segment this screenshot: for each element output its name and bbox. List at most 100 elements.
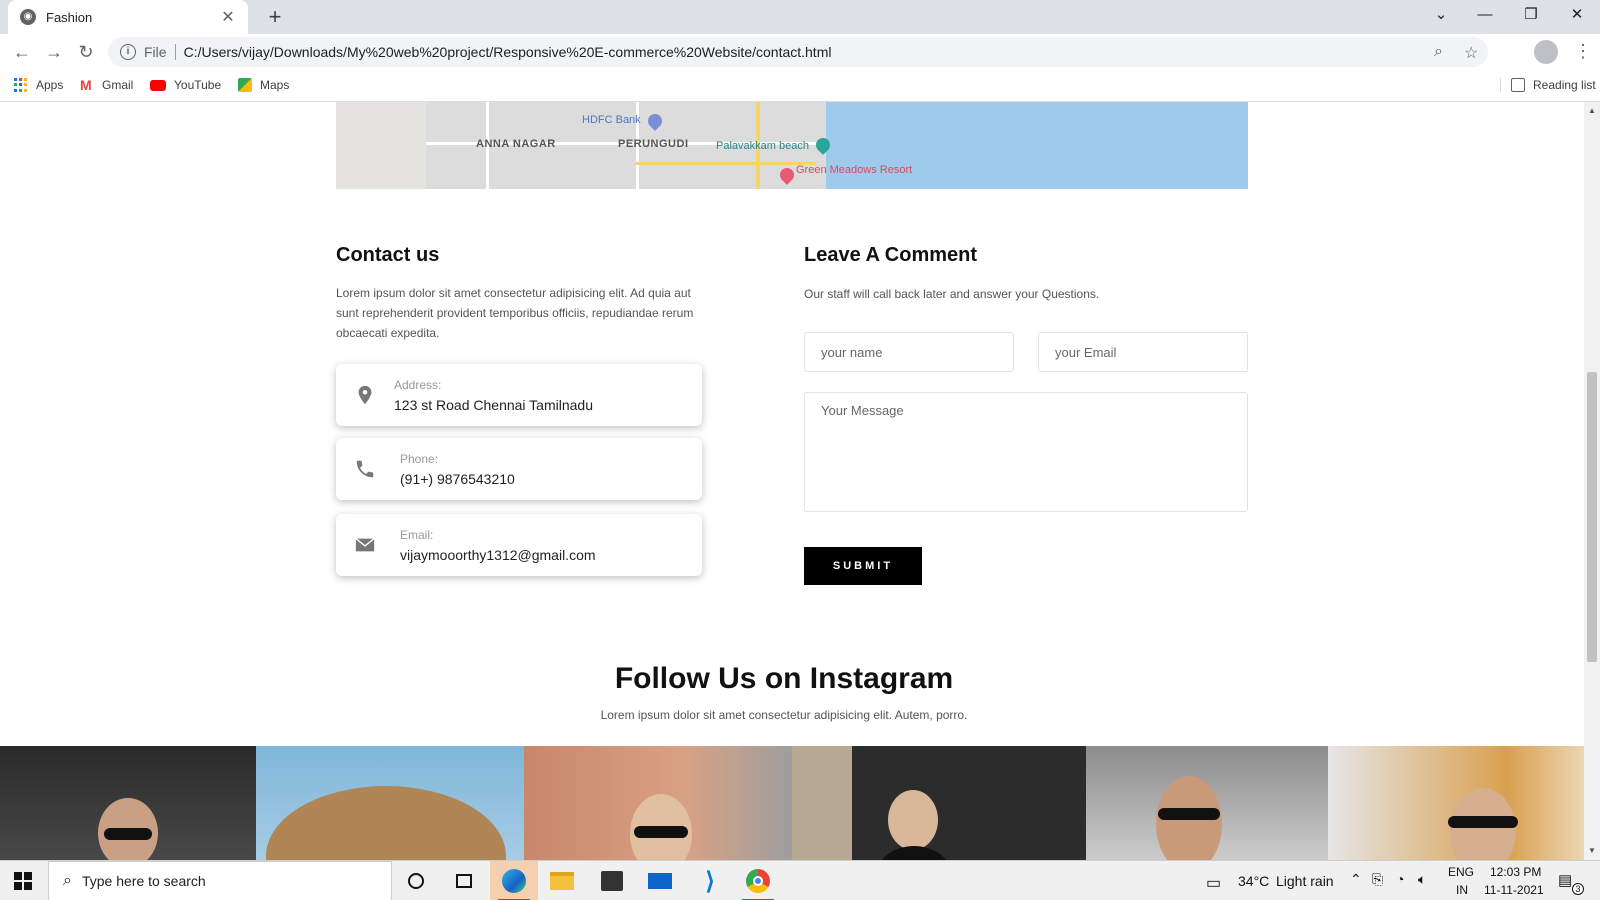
forward-button[interactable]: →	[42, 40, 66, 64]
photo-sunglasses	[104, 828, 152, 840]
close-tab-icon[interactable]: ✕	[220, 7, 236, 27]
language-bottom[interactable]: IN	[1456, 883, 1468, 897]
instagram-photo[interactable]	[524, 746, 792, 860]
page-scrollbar[interactable]: ▲ ▼	[1584, 102, 1600, 860]
info-icon[interactable]: i	[120, 44, 136, 60]
file-explorer-icon[interactable]	[538, 861, 586, 900]
cortana-icon[interactable]	[392, 861, 440, 900]
scrollbar-thumb[interactable]	[1587, 372, 1597, 662]
email-card: Email: vijaymooorthy1312@gmail.com	[336, 514, 702, 576]
bookmark-label: Gmail	[102, 78, 134, 92]
instagram-photo[interactable]	[1086, 746, 1328, 860]
chrome-taskbar-icon[interactable]	[734, 861, 782, 900]
bookmark-gmail[interactable]: M Gmail	[80, 78, 133, 92]
tab-strip: ◉ Fashion ✕ + ⌄ — ❐ ✕	[0, 0, 1600, 34]
menu-kebab-icon[interactable]: ⋮	[1574, 41, 1592, 62]
comment-description: Our staff will call back later and answe…	[804, 287, 1100, 301]
scroll-up-arrow-icon[interactable]: ▲	[1588, 106, 1596, 115]
photo-sunglasses	[1158, 808, 1220, 820]
instagram-subtitle: Lorem ipsum dolor sit amet consectetur a…	[600, 708, 968, 722]
tab-search-icon[interactable]: ⌄	[1418, 0, 1464, 30]
youtube-icon	[150, 79, 166, 91]
contact-title: Contact us	[336, 244, 440, 266]
instagram-photo[interactable]	[792, 746, 1086, 860]
clock-time[interactable]: 12:03 PM	[1490, 865, 1541, 879]
instagram-photo[interactable]	[0, 746, 256, 860]
photo-face	[888, 790, 938, 850]
window-close-button[interactable]: ✕	[1554, 0, 1600, 30]
mail-icon[interactable]	[636, 861, 684, 900]
chevron-up-icon[interactable]: ⌃	[1350, 871, 1362, 888]
envelope-icon	[355, 538, 375, 552]
volume-icon[interactable]: 🔈︎	[1418, 871, 1426, 888]
notification-count-badge: 3	[1572, 883, 1584, 895]
bookmark-label: YouTube	[174, 78, 222, 92]
name-input[interactable]	[804, 332, 1014, 372]
address-card: Address: 123 st Road Chennai Tamilnadu	[336, 364, 702, 426]
email-input[interactable]	[1038, 332, 1248, 372]
photo-sunglasses	[1448, 816, 1518, 828]
address-label: Address:	[394, 378, 442, 392]
windows-start-icon[interactable]	[14, 872, 32, 890]
browser-toolbar: ← → ↻ i File C:/Users/vijay/Downloads/My…	[0, 34, 1600, 70]
minimize-button[interactable]: —	[1462, 0, 1508, 30]
submit-button[interactable]: SUBMIT	[804, 547, 922, 585]
email-label: Email:	[400, 528, 434, 542]
map-label: ANNA NAGAR	[476, 138, 556, 150]
address-bar[interactable]: i File C:/Users/vijay/Downloads/My%20web…	[108, 37, 1488, 67]
notification-icon[interactable]: ▤	[1558, 871, 1572, 889]
back-button[interactable]: ←	[10, 40, 34, 64]
star-icon[interactable]: ☆	[1464, 43, 1478, 63]
phone-card: Phone: (91+) 9876543210	[336, 438, 702, 500]
maps-icon	[238, 78, 252, 92]
scroll-down-arrow-icon[interactable]: ▼	[1588, 846, 1596, 855]
browser-tab[interactable]: ◉ Fashion ✕	[8, 0, 248, 34]
reload-button[interactable]: ↻	[74, 40, 98, 64]
bookmarks-bar: Apps M Gmail YouTube Maps Reading list	[0, 70, 1600, 102]
weather-text[interactable]: Light rain	[1276, 873, 1334, 889]
zoom-icon[interactable]: ⌕	[1434, 43, 1443, 61]
gmail-icon: M	[80, 77, 92, 93]
task-view-icon[interactable]	[440, 861, 488, 900]
instagram-photo[interactable]	[256, 746, 524, 860]
phone-label: Phone:	[400, 452, 439, 466]
map-label: Green Meadows Resort	[796, 164, 913, 176]
restore-button[interactable]: ❐	[1508, 0, 1554, 30]
url-text[interactable]: C:/Users/vijay/Downloads/My%20web%20proj…	[184, 44, 832, 60]
map-road	[636, 162, 816, 165]
vscode-icon[interactable]: ⟩	[686, 861, 734, 900]
phone-icon	[356, 460, 374, 478]
instagram-photo[interactable]	[1328, 746, 1584, 860]
apps-grid-icon	[14, 78, 28, 92]
weather-icon[interactable]: ▭	[1206, 873, 1221, 893]
comment-section: Leave A Comment Our staff will call back…	[804, 244, 1250, 585]
embedded-map[interactable]: HDFC Bank ANNA NAGAR PERUNGUDI Palavakka…	[336, 102, 1248, 189]
url-scheme-label: File	[144, 44, 176, 60]
language-top[interactable]: ENG	[1448, 865, 1474, 879]
photo-body	[876, 846, 952, 860]
map-label: HDFC Bank	[582, 114, 641, 126]
bookmark-maps[interactable]: Maps	[238, 78, 289, 92]
bookmark-apps[interactable]: Apps	[14, 78, 63, 92]
globe-icon: ◉	[20, 9, 36, 25]
reading-list-button[interactable]: Reading list	[1500, 78, 1596, 92]
weather-temp[interactable]: 34°C	[1238, 873, 1269, 889]
email-value: vijaymooorthy1312@gmail.com	[400, 547, 596, 563]
meet-now-icon[interactable]: ⎘	[1372, 871, 1383, 888]
taskbar-search-box[interactable]: ⌕ Type here to search	[48, 861, 392, 900]
phone-value: (91+) 9876543210	[400, 471, 515, 487]
profile-avatar[interactable]	[1534, 40, 1558, 64]
store-icon[interactable]	[588, 861, 636, 900]
contact-description: Lorem ipsum dolor sit amet consectetur a…	[336, 286, 694, 340]
new-tab-button[interactable]: +	[262, 4, 288, 30]
instagram-title: Follow Us on Instagram	[614, 662, 954, 695]
photo-sunglasses	[634, 826, 688, 838]
contact-section: Contact us Lorem ipsum dolor sit amet co…	[336, 244, 704, 576]
message-textarea[interactable]	[804, 392, 1248, 512]
wifi-icon[interactable]: ◔	[1396, 871, 1404, 887]
edge-taskbar-icon[interactable]	[490, 861, 538, 900]
search-icon: ⌕	[63, 872, 72, 889]
clock-date[interactable]: 11-11-2021	[1484, 883, 1544, 897]
map-label: Palavakkam beach	[716, 140, 809, 152]
bookmark-youtube[interactable]: YouTube	[150, 78, 221, 92]
